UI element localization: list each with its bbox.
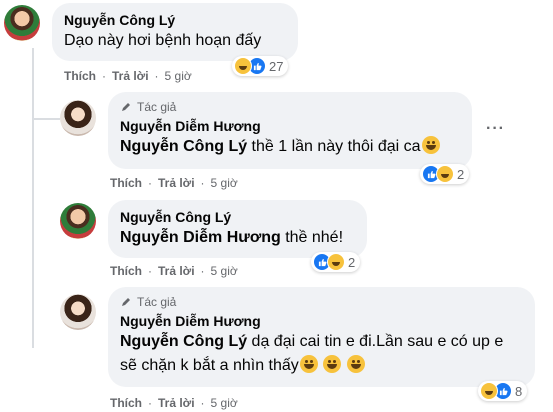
reaction-summary[interactable]: 8 xyxy=(478,381,528,401)
haha-icon xyxy=(234,57,252,75)
comment-author[interactable]: Nguyễn Công Lý xyxy=(120,208,355,226)
thread-line xyxy=(32,48,34,348)
like-button[interactable]: Thích xyxy=(110,264,142,278)
reaction-count: 8 xyxy=(515,383,523,399)
reply-button[interactable]: Trả lời xyxy=(158,396,195,410)
like-button[interactable]: Thích xyxy=(110,176,142,190)
comment-bubble: Nguyễn Công Lý Nguyễn Diễm Hương thề nhé… xyxy=(108,200,367,258)
comment-text: Dạo này hơi bệnh hoạn đấy xyxy=(64,32,262,49)
separator: · xyxy=(154,69,159,83)
comment-actions: Thích · Trả lời · 5 giờ xyxy=(64,69,192,83)
pen-icon xyxy=(122,298,130,306)
comment-actions: Thích · Trả lời · 5 giờ xyxy=(110,264,238,278)
reaction-count: 2 xyxy=(457,166,465,182)
author-badge-label: Tác giả xyxy=(137,100,177,114)
like-button[interactable]: Thích xyxy=(110,396,142,410)
reaction-summary[interactable]: 27 xyxy=(232,56,289,76)
haha-icon xyxy=(436,165,454,183)
avatar[interactable] xyxy=(60,294,96,330)
comment-body: thề 1 lần này thôi đại ca xyxy=(247,138,421,155)
grinning-emoji-icon xyxy=(299,355,318,373)
reply-button[interactable]: Trả lời xyxy=(158,264,195,278)
grinning-emoji-icon xyxy=(323,355,342,373)
comment-actions: Thích · Trả lời · 5 giờ xyxy=(110,396,238,410)
pen-icon xyxy=(122,103,130,111)
separator: · xyxy=(148,396,152,410)
separator: · xyxy=(148,264,152,278)
author-badge: Tác giả xyxy=(120,294,523,310)
avatar[interactable] xyxy=(60,100,96,136)
more-options-icon[interactable]: ··· xyxy=(486,120,505,138)
comment-bubble: Nguyễn Công Lý Dạo này hơi bệnh hoạn đấy xyxy=(52,3,298,61)
mention-link[interactable]: Nguyễn Công Lý xyxy=(120,333,247,350)
author-badge: Tác giả xyxy=(120,99,460,115)
haha-icon xyxy=(480,382,498,400)
reaction-summary[interactable]: 2 xyxy=(311,252,361,272)
like-button[interactable]: Thích xyxy=(64,69,96,83)
separator: · xyxy=(200,396,205,410)
reply-button[interactable]: Trả lời xyxy=(158,176,195,190)
haha-icon xyxy=(327,253,345,271)
grinning-emoji-icon xyxy=(346,355,365,373)
thread-line-curve xyxy=(32,118,60,120)
grinning-emoji-icon xyxy=(421,136,440,154)
mention-link[interactable]: Nguyễn Diễm Hương xyxy=(120,229,281,246)
timestamp[interactable]: 5 giờ xyxy=(211,396,238,410)
avatar[interactable] xyxy=(4,5,40,41)
reaction-count: 27 xyxy=(269,58,284,74)
reaction-count: 2 xyxy=(348,254,356,270)
timestamp[interactable]: 5 giờ xyxy=(211,176,238,190)
mention-link[interactable]: Nguyễn Công Lý xyxy=(120,138,247,155)
comment-text: Nguyễn Công Lý thề 1 lần này thôi đại ca xyxy=(120,135,460,159)
separator: · xyxy=(200,264,205,278)
author-badge-label: Tác giả xyxy=(137,295,177,309)
comment-author[interactable]: Nguyễn Diễm Hương xyxy=(120,312,523,330)
reaction-summary[interactable]: 2 xyxy=(420,164,470,184)
separator: · xyxy=(148,176,152,190)
timestamp[interactable]: 5 giờ xyxy=(211,264,238,278)
reply-button[interactable]: Trả lời xyxy=(112,69,149,83)
comment-text: Nguyễn Công Lý dạ đại cai tin e đi.Lần s… xyxy=(120,330,523,378)
comment-body: thề nhé! xyxy=(280,229,344,246)
comment-bubble: Tác giả Nguyễn Diễm Hương Nguyễn Công Lý… xyxy=(108,92,472,169)
comment-text: Nguyễn Diễm Hương thề nhé! xyxy=(120,226,355,250)
comment-actions: Thích · Trả lời · 5 giờ xyxy=(110,176,238,190)
separator: · xyxy=(200,176,205,190)
separator: · xyxy=(102,69,106,83)
comment-author[interactable]: Nguyễn Diễm Hương xyxy=(120,117,460,135)
avatar[interactable] xyxy=(60,203,96,239)
comment-bubble: Tác giả Nguyễn Diễm Hương Nguyễn Công Lý… xyxy=(108,287,535,387)
comment-author[interactable]: Nguyễn Công Lý xyxy=(64,11,286,29)
timestamp[interactable]: 5 giờ xyxy=(165,69,192,83)
